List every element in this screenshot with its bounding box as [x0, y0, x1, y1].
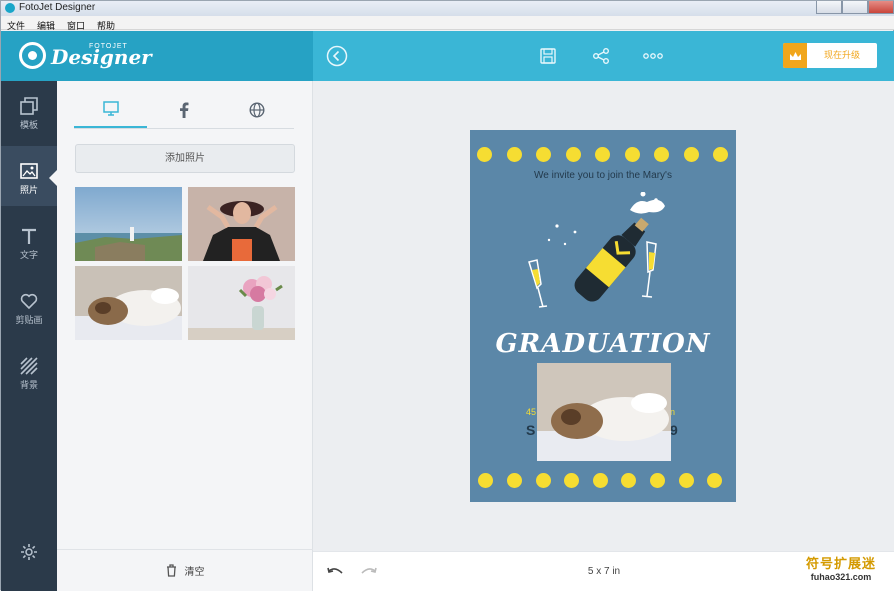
card-dot: [478, 473, 493, 488]
card-invite-text[interactable]: We invite you to join the Mary's: [470, 170, 736, 181]
brand-name: Designer: [51, 45, 152, 69]
nav-clipart[interactable]: 剪贴画: [1, 276, 57, 336]
card-dot: [707, 473, 722, 488]
menu-bar: 文件 编辑 窗口 帮助: [1, 16, 894, 32]
menu-window[interactable]: 窗口: [61, 18, 91, 32]
gear-icon: [21, 544, 37, 560]
card-dot: [507, 473, 522, 488]
nav-background[interactable]: 背景: [1, 341, 57, 401]
menu-help[interactable]: 帮助: [91, 18, 121, 32]
window-title: FotoJet Designer: [19, 2, 96, 13]
card-dot: [679, 473, 694, 488]
computer-icon: [102, 101, 119, 116]
card-dot: [625, 147, 640, 162]
fotojet-logo-icon: [19, 42, 46, 69]
nav-active-pointer: [49, 170, 57, 186]
card-detail-left: S: [526, 422, 536, 438]
watermark-title: 符号扩展迷: [805, 556, 876, 571]
heart-icon: [20, 293, 38, 310]
thumbnail-lighthouse[interactable]: [75, 187, 182, 261]
champagne-illustration[interactable]: [525, 192, 675, 317]
add-photo-button[interactable]: 添加照片: [75, 144, 295, 173]
thumbnail-flowers[interactable]: [188, 266, 295, 340]
card-dot: [684, 147, 699, 162]
card-date-left: 45: [526, 407, 537, 417]
globe-icon: [248, 101, 265, 118]
source-tabs: [74, 91, 294, 129]
more-button[interactable]: [628, 31, 678, 81]
trash-icon: [166, 564, 176, 577]
tab-web[interactable]: [220, 91, 293, 128]
card-dot: [477, 147, 492, 162]
back-arrow-icon: [326, 45, 348, 67]
share-button[interactable]: [576, 31, 626, 81]
tab-computer[interactable]: [74, 91, 147, 128]
save-button[interactable]: [523, 31, 573, 81]
card-detail-right: 9: [670, 422, 678, 438]
site-watermark: 符号扩展迷 fuhao321.com: [791, 553, 891, 587]
card-dot: [536, 473, 551, 488]
nav-clipart-label: 剪贴画: [15, 315, 43, 325]
clear-label: 清空: [184, 567, 205, 578]
design-card[interactable]: We invite you to join the Mary's GRADUAT…: [470, 130, 736, 502]
tab-facebook[interactable]: [147, 91, 220, 128]
card-dot: [507, 147, 522, 162]
card-dot: [621, 473, 636, 488]
menu-file[interactable]: 文件: [1, 18, 31, 32]
app-logo-icon: [5, 3, 15, 13]
nav-text[interactable]: 文字: [1, 211, 57, 271]
close-button[interactable]: [868, 1, 894, 14]
photos-panel: 添加照片 清空: [57, 81, 313, 591]
title-bar: FotoJet Designer: [1, 1, 894, 16]
upgrade-label: 现在升级: [823, 50, 860, 60]
thumbnail-cat[interactable]: [75, 266, 182, 340]
minimize-button[interactable]: [816, 1, 842, 14]
settings-button[interactable]: [20, 543, 38, 566]
nav-templates[interactable]: 模板: [1, 81, 57, 141]
crown-icon: [783, 43, 807, 68]
text-icon: [22, 228, 36, 244]
card-cat-photo[interactable]: [537, 363, 671, 461]
card-title[interactable]: GRADUATION: [470, 329, 736, 359]
photo-icon: [20, 163, 38, 179]
template-icon: [20, 97, 38, 115]
nav-templates-label: 模板: [19, 120, 38, 130]
thumbnail-woman[interactable]: [188, 187, 295, 261]
card-dot: [564, 473, 579, 488]
background-icon: [20, 357, 38, 375]
card-dot: [566, 147, 581, 162]
left-nav: 模板 照片 文字 剪贴画 背景: [1, 81, 57, 591]
more-icon: [643, 53, 663, 59]
app-window: FotoJet Designer 文件 编辑 窗口 帮助 FOTOJET Design…: [0, 0, 894, 591]
menu-edit[interactable]: 编辑: [31, 18, 61, 32]
share-icon: [593, 48, 609, 64]
nav-text-label: 文字: [19, 250, 38, 260]
card-dot: [536, 147, 551, 162]
nav-background-label: 背景: [19, 380, 38, 390]
card-dot: [713, 147, 728, 162]
card-dot: [650, 473, 665, 488]
back-button[interactable]: [312, 31, 362, 81]
facebook-icon: [179, 102, 188, 118]
brand-area: FOTOJET Designer: [1, 31, 313, 81]
save-icon: [540, 48, 556, 64]
card-dot: [654, 147, 669, 162]
card-dot: [595, 147, 610, 162]
clear-button[interactable]: 清空: [57, 549, 313, 591]
card-dot: [593, 473, 608, 488]
maximize-button[interactable]: [842, 1, 868, 14]
watermark-url: fuhao321.com: [810, 572, 872, 582]
upgrade-button[interactable]: 现在升级: [783, 43, 877, 68]
